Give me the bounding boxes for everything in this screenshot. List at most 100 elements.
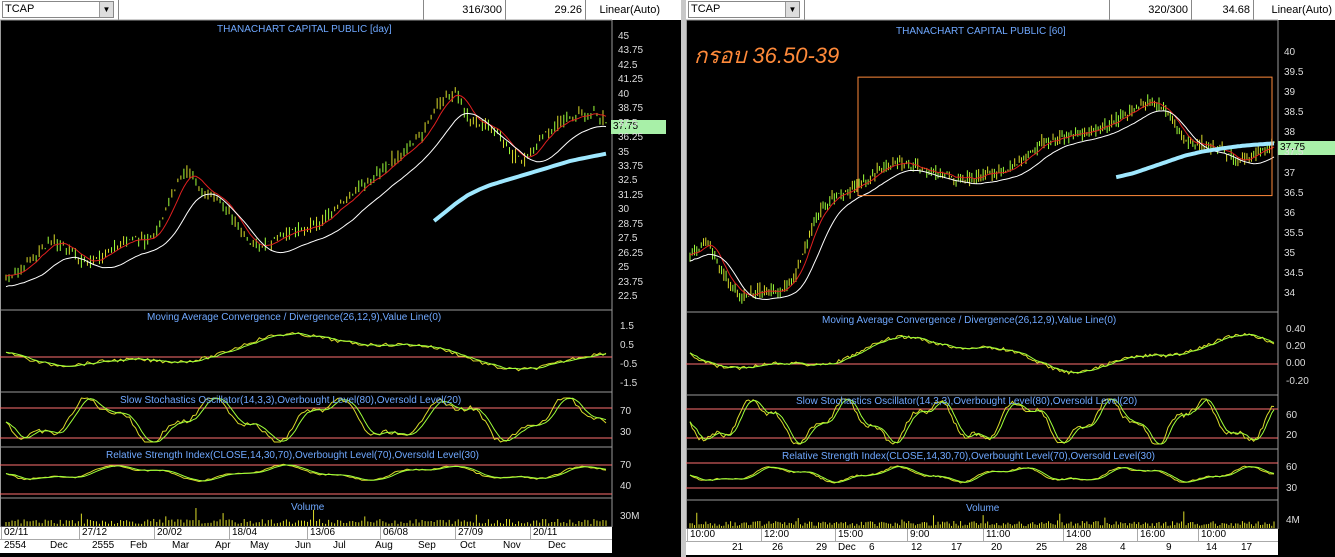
left-volume-bar <box>527 522 529 526</box>
right-volume-bar <box>960 521 962 528</box>
right-price-tick: 38.5 <box>1284 107 1304 119</box>
right-volume-bar <box>1129 523 1131 528</box>
left-volume-bar <box>198 520 200 526</box>
left-volume-bar <box>578 520 580 526</box>
left-volume-bar <box>515 523 517 526</box>
right-time-label: 15:00 <box>838 529 864 540</box>
left-time-label: 18/04 <box>232 527 258 538</box>
right-volume-bar <box>874 524 876 528</box>
right-time-axis: 10:00 12:00 15:00 9:00 11:00 14:00 16:00 10:00 … <box>686 529 1278 555</box>
left-volume-bar <box>412 523 414 526</box>
right-price-tick: 37 <box>1284 167 1296 179</box>
left-volume-bar <box>566 523 568 526</box>
left-volume-bar <box>65 520 67 526</box>
left-volume-bar <box>584 519 586 526</box>
left-chart-svg[interactable] <box>0 0 681 557</box>
left-volume-bar <box>17 519 19 526</box>
right-volume-bar <box>1167 525 1169 528</box>
right-volume-bar <box>1077 523 1079 528</box>
right-volume-bar <box>806 523 808 528</box>
left-volume-bar <box>587 520 589 526</box>
right-volume-bar <box>946 521 948 528</box>
right-volume-bar <box>1212 521 1214 528</box>
right-volume-bar <box>730 521 732 528</box>
right-volume-bar <box>781 523 783 528</box>
left-macd-ticks: 1.5 <box>620 321 634 332</box>
right-time-label: 9:00 <box>910 529 930 540</box>
left-volume-bar <box>343 522 345 526</box>
left-volume-bar <box>291 523 293 526</box>
left-volume-bar <box>355 522 357 526</box>
left-volume-bar <box>177 519 179 526</box>
left-volume-bar <box>575 523 577 526</box>
left-macd-line <box>5 332 607 372</box>
right-volume-bar <box>1086 521 1088 528</box>
right-volume-bar <box>696 512 698 528</box>
right-volume-bar <box>1246 523 1248 528</box>
right-volume-bar <box>962 525 964 528</box>
right-time-label: 11:00 <box>986 529 1011 540</box>
right-time-label: 10:00 <box>1201 529 1227 540</box>
left-period-label: Mar <box>172 540 190 551</box>
right-volume-bar <box>849 524 851 528</box>
left-volume-bar <box>352 520 354 526</box>
left-volume-bar <box>32 520 34 526</box>
right-chart-svg[interactable] <box>686 0 1335 557</box>
right-volume-bar <box>876 525 878 528</box>
left-price-tick: 27.5 <box>618 233 638 245</box>
left-volume-bar <box>548 523 550 526</box>
right-macd-ticks: -0.20 <box>1286 376 1309 387</box>
right-volume-bar <box>698 524 700 528</box>
right-volume-bar <box>757 521 759 528</box>
right-volume-bar <box>795 521 797 528</box>
right-volume-bar <box>1257 521 1259 528</box>
left-volume-bar <box>104 521 106 526</box>
left-volume-bar <box>126 520 128 526</box>
left-price-tick: 23.75 <box>618 276 644 288</box>
left-period-label: Jul <box>333 540 346 551</box>
left-volume-bar <box>273 523 275 526</box>
left-volume-bar <box>147 519 149 526</box>
right-volume-bar <box>998 525 1000 528</box>
left-volume-bar <box>418 522 420 526</box>
left-period-label: Dec <box>50 540 68 551</box>
right-volume-bar <box>1041 522 1043 528</box>
right-period-label: 21 <box>732 542 744 553</box>
right-volume-bar <box>840 522 842 528</box>
left-volume-bar <box>433 522 435 526</box>
left-price-tick: 35 <box>618 146 630 158</box>
left-volume-bar <box>376 520 378 526</box>
left-volume-bar <box>572 522 574 526</box>
left-volume-bar <box>153 518 155 526</box>
left-volume-bar <box>406 522 408 526</box>
right-time-label: 16:00 <box>1140 529 1166 540</box>
right-volume-bar <box>928 525 930 528</box>
right-rsi-ticks: 60 <box>1286 462 1298 473</box>
right-volume-bar <box>689 523 691 528</box>
right-volume-bar <box>1183 511 1185 528</box>
right-volume-bar <box>712 525 714 528</box>
right-volume-bar <box>1007 522 1009 528</box>
right-volume-bar <box>718 524 720 528</box>
right-volume-bar <box>957 525 959 528</box>
right-volume-bar <box>912 523 914 528</box>
right-volume-bar <box>969 522 971 528</box>
right-volume-bar <box>727 524 729 528</box>
right-volume-bar <box>838 523 840 528</box>
left-volume-bar <box>11 520 13 526</box>
left-volume-bar <box>59 519 61 526</box>
right-volume-bar <box>813 525 815 528</box>
right-price-tick: 39 <box>1284 87 1296 99</box>
right-volume-bar <box>694 525 696 528</box>
right-volume-bar <box>955 523 957 528</box>
left-macd-ticks: -0.5 <box>620 359 638 370</box>
right-volume-bar <box>1018 521 1020 528</box>
right-volume-bar <box>725 521 727 528</box>
left-volume-bar <box>524 523 526 526</box>
right-volume-bar <box>851 523 853 528</box>
left-volume-bar <box>56 523 58 526</box>
left-volume-bar <box>159 519 161 526</box>
right-volume-bar <box>1172 521 1174 528</box>
right-volume-bar <box>836 522 838 528</box>
right-period-label: 28 <box>1076 542 1088 553</box>
